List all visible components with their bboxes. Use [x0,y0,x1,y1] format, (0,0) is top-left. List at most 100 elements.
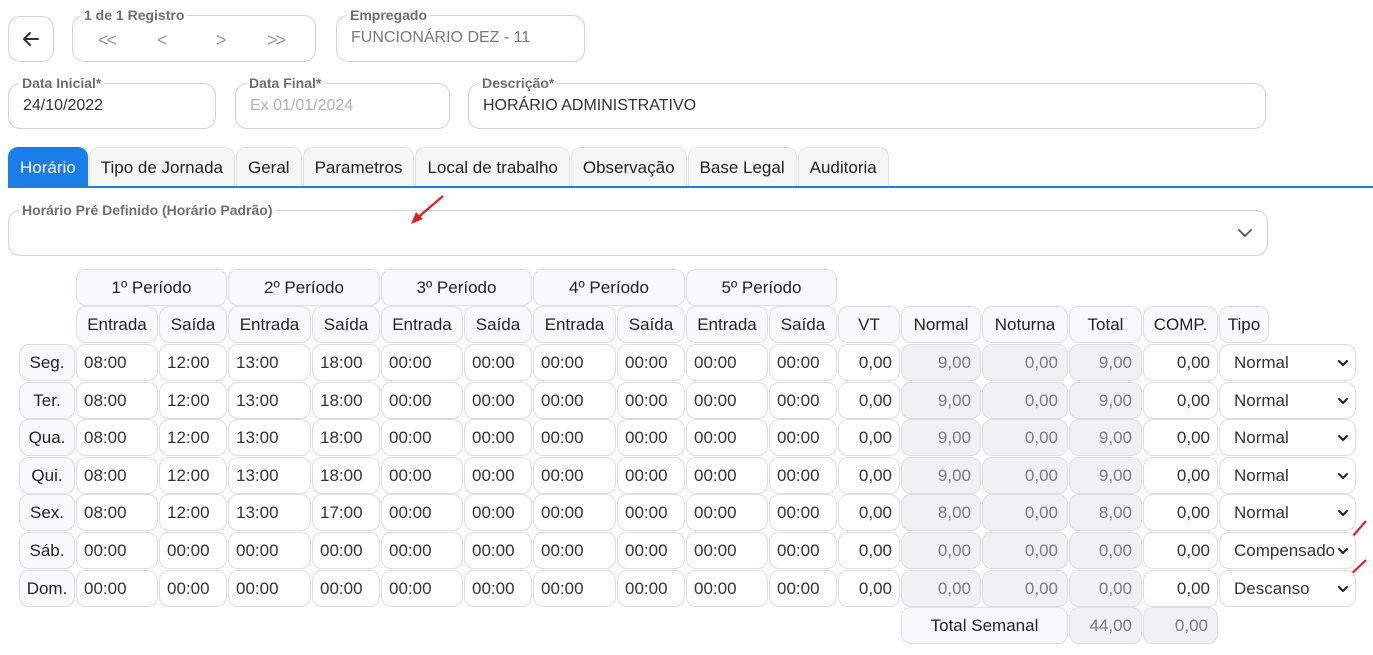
time-saida-input[interactable]: 00:00 [312,532,380,569]
time-entrada-input[interactable]: 00:00 [686,382,768,419]
time-saida-input[interactable]: 00:00 [617,457,685,494]
time-entrada-input[interactable]: 00:00 [381,382,463,419]
tab-geral[interactable]: Geral [235,147,302,187]
time-saida-input[interactable]: 18:00 [312,457,380,494]
time-entrada-input[interactable]: 00:00 [533,494,616,531]
vt-input[interactable]: 0,00 [838,494,900,531]
predefined-schedule-select[interactable]: Horário Pré Definido (Horário Padrão) [8,201,1268,256]
time-entrada-input[interactable]: 13:00 [228,419,311,456]
end-date-input[interactable]: Ex 01/01/2024 [250,97,353,115]
tab-tipo-de-jornada[interactable]: Tipo de Jornada [88,147,235,187]
time-saida-input[interactable]: 18:00 [312,419,380,456]
time-entrada-input[interactable]: 08:00 [76,457,158,494]
time-saida-input[interactable]: 00:00 [464,382,532,419]
time-entrada-input[interactable]: 00:00 [686,532,768,569]
time-entrada-input[interactable]: 00:00 [381,494,463,531]
time-saida-input[interactable]: 00:00 [617,494,685,531]
start-date-input[interactable]: 24/10/2022 [23,97,103,115]
day-type-select[interactable]: Descanso [1219,570,1356,607]
time-entrada-input[interactable]: 00:00 [228,570,311,607]
time-saida-input[interactable]: 12:00 [159,494,227,531]
time-entrada-input[interactable]: 08:00 [76,382,158,419]
time-saida-input[interactable]: 00:00 [617,419,685,456]
back-button[interactable] [8,16,54,62]
day-type-select[interactable]: Normal [1219,382,1356,419]
time-saida-input[interactable]: 18:00 [312,382,380,419]
next-record-button[interactable]: > [216,30,226,51]
last-record-button[interactable]: >> [267,30,286,51]
time-entrada-input[interactable]: 00:00 [686,494,768,531]
comp-input[interactable]: 0,00 [1143,494,1218,531]
tab-base-legal[interactable]: Base Legal [687,147,797,187]
time-entrada-input[interactable]: 08:00 [76,494,158,531]
first-record-button[interactable]: << [98,30,117,51]
vt-input[interactable]: 0,00 [838,457,900,494]
time-saida-input[interactable]: 00:00 [464,344,532,381]
start-date-field[interactable]: Data Inicial* 24/10/2022 [8,74,216,129]
description-input[interactable]: HORÁRIO ADMINISTRATIVO [483,97,696,115]
time-saida-input[interactable]: 00:00 [312,570,380,607]
time-saida-input[interactable]: 00:00 [617,570,685,607]
comp-input[interactable]: 0,00 [1143,570,1218,607]
time-saida-input[interactable]: 00:00 [464,457,532,494]
tab-horario[interactable]: Horário [8,147,88,187]
time-saida-input[interactable]: 00:00 [464,494,532,531]
time-saida-input[interactable]: 12:00 [159,457,227,494]
time-saida-input[interactable]: 00:00 [769,532,837,569]
time-saida-input[interactable]: 00:00 [464,532,532,569]
day-type-select[interactable]: Normal [1219,419,1356,456]
vt-input[interactable]: 0,00 [838,570,900,607]
time-entrada-input[interactable]: 00:00 [76,532,158,569]
tab-parametros[interactable]: Parametros [302,147,415,187]
vt-input[interactable]: 0,00 [838,382,900,419]
time-entrada-input[interactable]: 00:00 [381,419,463,456]
time-entrada-input[interactable]: 00:00 [381,570,463,607]
time-saida-input[interactable]: 00:00 [769,419,837,456]
comp-input[interactable]: 0,00 [1143,532,1218,569]
comp-input[interactable]: 0,00 [1143,457,1218,494]
tab-auditoria[interactable]: Auditoria [797,147,889,187]
time-saida-input[interactable]: 00:00 [769,344,837,381]
time-entrada-input[interactable]: 00:00 [533,419,616,456]
vt-input[interactable]: 0,00 [838,419,900,456]
time-entrada-input[interactable]: 00:00 [76,570,158,607]
time-saida-input[interactable]: 00:00 [464,419,532,456]
time-saida-input[interactable]: 18:00 [312,344,380,381]
time-entrada-input[interactable]: 00:00 [228,532,311,569]
time-saida-input[interactable]: 12:00 [159,382,227,419]
time-entrada-input[interactable]: 00:00 [533,570,616,607]
time-entrada-input[interactable]: 13:00 [228,494,311,531]
time-saida-input[interactable]: 00:00 [617,382,685,419]
time-saida-input[interactable]: 00:00 [617,532,685,569]
time-saida-input[interactable]: 12:00 [159,344,227,381]
time-entrada-input[interactable]: 13:00 [228,457,311,494]
time-entrada-input[interactable]: 00:00 [533,382,616,419]
day-type-select[interactable]: Compensado [1219,532,1356,569]
time-entrada-input[interactable]: 00:00 [533,457,616,494]
time-entrada-input[interactable]: 00:00 [686,570,768,607]
day-type-select[interactable]: Normal [1219,457,1356,494]
time-saida-input[interactable]: 00:00 [769,457,837,494]
time-saida-input[interactable]: 17:00 [312,494,380,531]
vt-input[interactable]: 0,00 [838,532,900,569]
time-entrada-input[interactable]: 00:00 [533,344,616,381]
time-saida-input[interactable]: 00:00 [769,382,837,419]
time-entrada-input[interactable]: 08:00 [76,344,158,381]
time-saida-input[interactable]: 00:00 [159,570,227,607]
comp-input[interactable]: 0,00 [1143,344,1218,381]
time-entrada-input[interactable]: 00:00 [686,344,768,381]
time-saida-input[interactable]: 00:00 [464,570,532,607]
comp-input[interactable]: 0,00 [1143,419,1218,456]
time-entrada-input[interactable]: 00:00 [381,457,463,494]
time-entrada-input[interactable]: 00:00 [381,344,463,381]
day-type-select[interactable]: Normal [1219,494,1356,531]
tab-local-de-trabalho[interactable]: Local de trabalho [415,147,570,187]
time-entrada-input[interactable]: 13:00 [228,344,311,381]
time-entrada-input[interactable]: 08:00 [76,419,158,456]
time-saida-input[interactable]: 12:00 [159,419,227,456]
day-type-select[interactable]: Normal [1219,344,1356,381]
vt-input[interactable]: 0,00 [838,344,900,381]
time-entrada-input[interactable]: 00:00 [533,532,616,569]
time-saida-input[interactable]: 00:00 [617,344,685,381]
time-entrada-input[interactable]: 13:00 [228,382,311,419]
